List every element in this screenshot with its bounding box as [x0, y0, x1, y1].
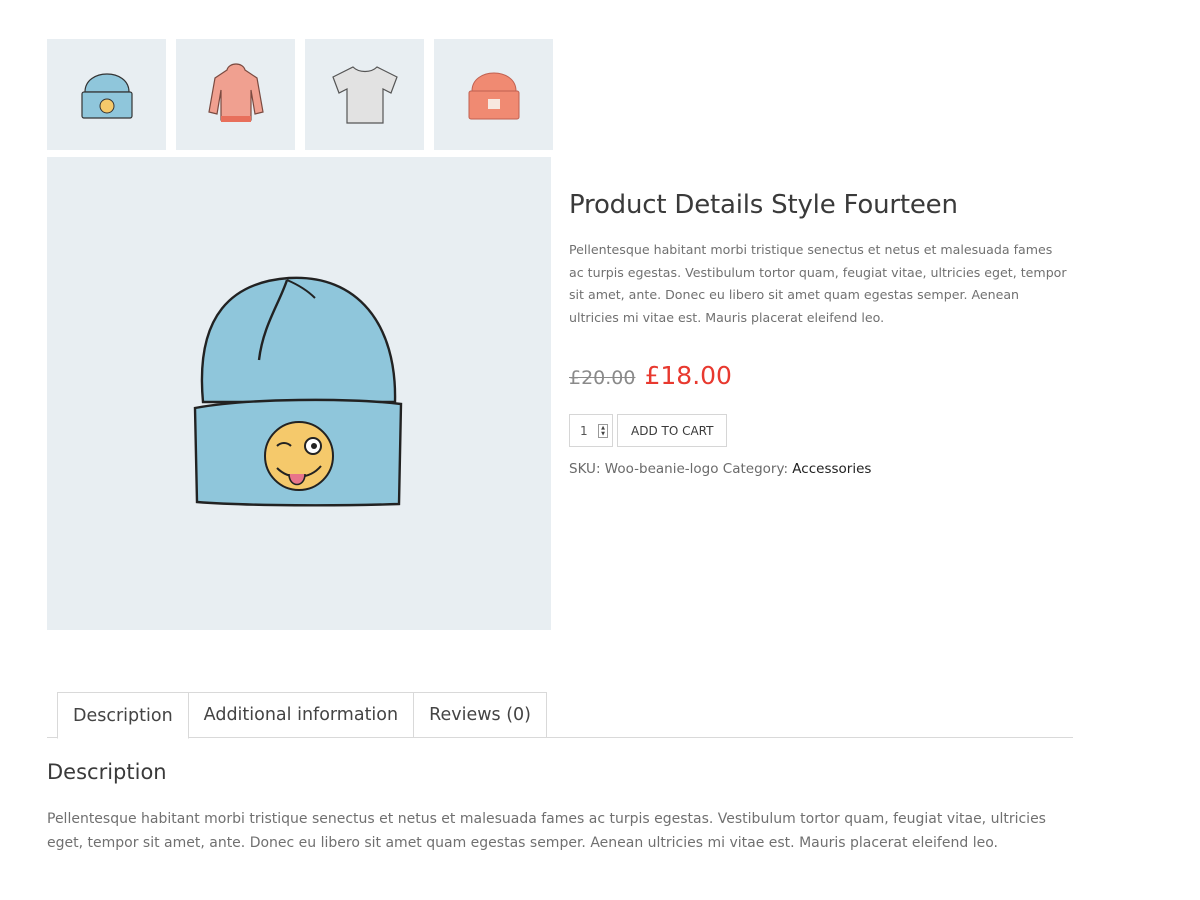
category-label: Category: [722, 461, 788, 478]
quantity-value: 1 [580, 423, 588, 438]
sku-label: SKU: [569, 461, 601, 478]
hoodie-icon [207, 62, 264, 122]
product-summary: Product Details Style Fourteen Pellentes… [569, 190, 1069, 477]
add-to-cart-form: 1 ▲ ▼ ADD TO CART [569, 414, 1069, 448]
quantity-stepper-icon[interactable]: ▲ ▼ [598, 423, 608, 438]
thumbnail-red-beanie[interactable] [434, 39, 553, 150]
product-tabs: Description Additional information Revie… [47, 692, 1073, 739]
tab-additional-information[interactable]: Additional information [188, 692, 415, 738]
add-to-cart-button[interactable]: ADD TO CART [617, 414, 728, 448]
blue-beanie-logo-icon [80, 72, 133, 119]
product-meta: SKU: Woo-beanie-logo Category: Accessori… [569, 461, 1069, 477]
sku-value: Woo-beanie-logo [604, 461, 719, 478]
product-title: Product Details Style Fourteen [569, 190, 958, 220]
tshirt-icon [331, 65, 398, 124]
thumbnail-tshirt[interactable] [305, 39, 424, 150]
product-price: £20.00 £18.00 [569, 361, 1069, 390]
red-beanie-icon [468, 72, 519, 119]
tab-list: Description Additional information Revie… [57, 692, 1073, 739]
thumbnail-blue-beanie[interactable] [47, 39, 166, 150]
thumbnail-gallery [47, 39, 553, 150]
sale-price: £18.00 [644, 361, 732, 391]
regular-price: £20.00 [569, 367, 636, 390]
tab-reviews[interactable]: Reviews (0) [414, 692, 548, 738]
blue-beanie-logo-icon [193, 276, 403, 507]
thumbnail-hoodie[interactable] [176, 39, 295, 150]
category-link[interactable]: Accessories [792, 461, 871, 477]
tab-description[interactable]: Description [57, 692, 189, 739]
main-product-image[interactable] [47, 157, 551, 630]
quantity-input[interactable]: 1 ▲ ▼ [569, 414, 613, 448]
description-body: Pellentesque habitant morbi tristique se… [47, 811, 1046, 851]
description-heading: Description [47, 760, 167, 784]
product-short-description: Pellentesque habitant morbi tristique se… [569, 242, 1067, 325]
